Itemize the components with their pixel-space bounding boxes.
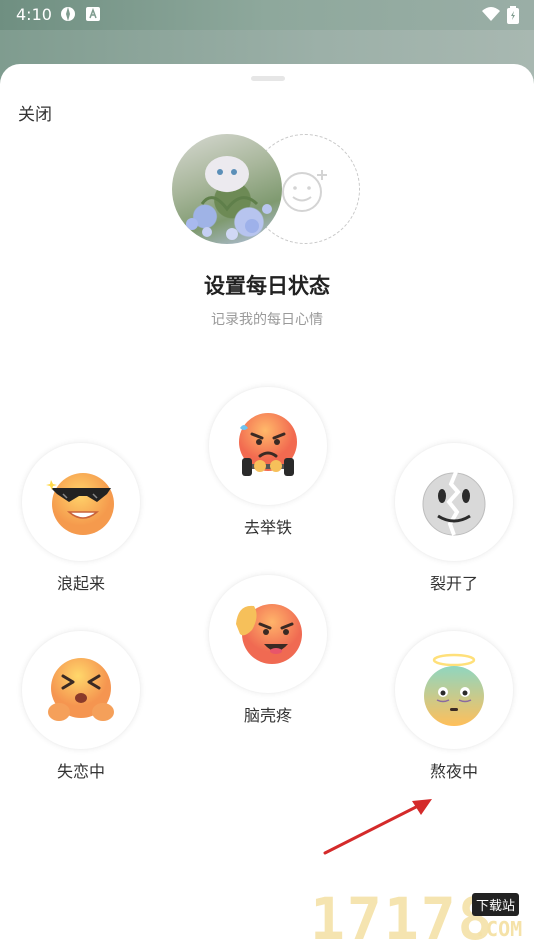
mood-label-lifting: 去举铁 (243, 518, 292, 537)
cracked-face-emoji-icon (422, 471, 486, 536)
close-button[interactable]: 关闭 (18, 100, 52, 125)
sheet-drag-handle[interactable] (251, 76, 285, 81)
mood-option-lifting[interactable] (208, 386, 328, 506)
mood-label-cool: 浪起来 (56, 574, 105, 593)
cool-sunglasses-emoji-icon (46, 473, 114, 535)
daily-status-sheet: 关闭 设置每日状态 记录我的每日心情 浪起来 去举铁 裂开了 失恋中 脑壳疼 熬… (0, 64, 534, 950)
mood-option-heartbroken[interactable] (21, 630, 141, 750)
mood-label-headache: 脑壳疼 (243, 706, 292, 725)
watermark-suffix: .COM (474, 917, 523, 941)
add-face-icon[interactable] (280, 166, 332, 220)
mood-option-cracked[interactable] (394, 442, 514, 562)
aperture-icon (60, 6, 76, 26)
halo-sleepy-emoji-icon (424, 653, 484, 726)
status-time: 4:10 (16, 5, 52, 24)
mood-label-heartbroken: 失恋中 (56, 762, 105, 781)
page-subtitle: 记录我的每日心情 (211, 312, 323, 328)
mood-label-staying-up: 熬夜中 (429, 762, 478, 781)
battery-icon (507, 6, 519, 28)
watermark-badge: 下载站 (472, 893, 520, 916)
mood-label-cracked: 裂开了 (429, 574, 478, 593)
mood-option-headache[interactable] (208, 574, 328, 694)
font-a-icon (86, 6, 100, 25)
mood-option-staying-up[interactable] (394, 630, 514, 750)
squinting-crying-emoji-icon (48, 658, 114, 721)
headache-emoji-icon (236, 604, 302, 664)
mood-option-cool[interactable] (21, 442, 141, 562)
watermark: 17178 下载站 .COM (310, 885, 534, 950)
annotation-arrow-icon (323, 799, 432, 855)
status-bar: 4:10 (0, 0, 534, 30)
wifi-icon (482, 6, 500, 26)
watermark-number: 17178 (310, 885, 495, 950)
page-title: 设置每日状态 (204, 274, 330, 298)
angry-lifting-dumbbell-emoji-icon (239, 413, 297, 476)
avatar[interactable] (172, 134, 282, 244)
cat-photo-icon (186, 156, 272, 240)
